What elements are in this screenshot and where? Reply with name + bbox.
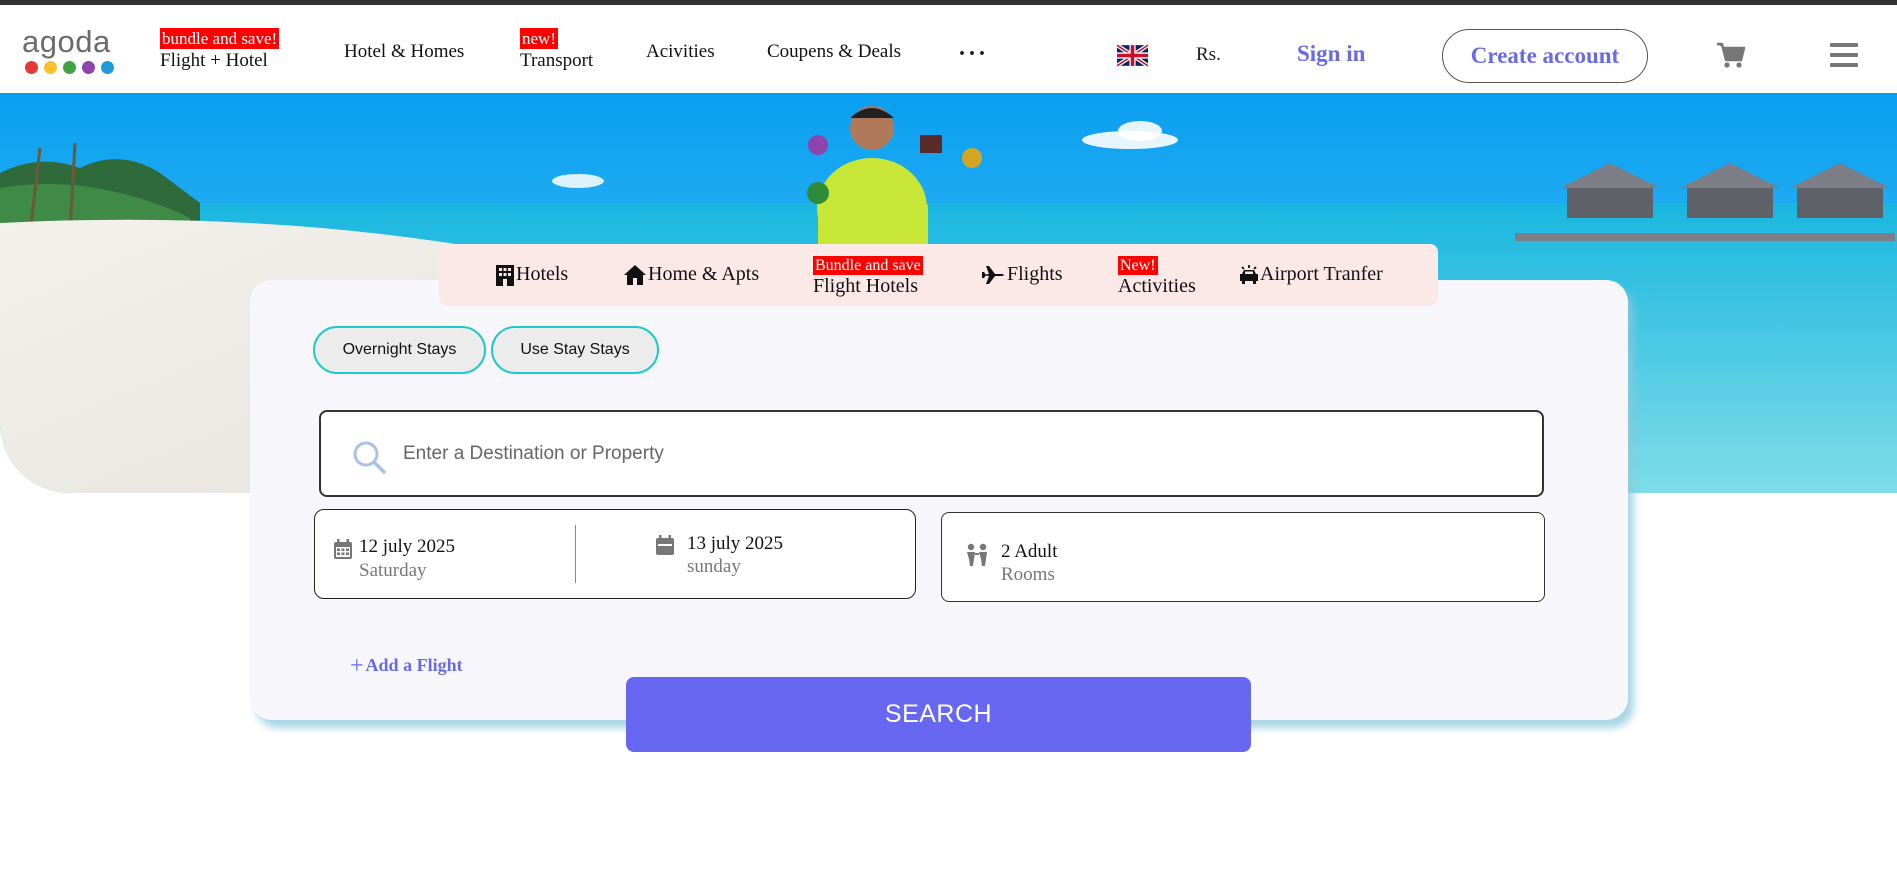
logo-dot bbox=[25, 61, 38, 74]
logo-dot bbox=[44, 61, 57, 74]
calendar-icon bbox=[656, 535, 674, 555]
new-badge: new! bbox=[520, 28, 558, 49]
logo-dot bbox=[101, 61, 114, 74]
nav-flight-hotel-label: Flight + Hotel bbox=[160, 50, 268, 71]
tab-hotels[interactable]: Hotels bbox=[495, 263, 568, 286]
people-icon bbox=[967, 543, 987, 566]
taxi-icon bbox=[1240, 264, 1258, 284]
create-account-button[interactable]: Create account bbox=[1442, 29, 1648, 83]
destination-search-input[interactable] bbox=[403, 432, 1503, 476]
use-stay-stays-pill[interactable]: Use Stay Stays bbox=[491, 326, 659, 374]
logo-dot bbox=[63, 61, 76, 74]
tab-airport-transfer-label: Airport Tranfer bbox=[1260, 263, 1383, 285]
tab-flights-label: Flights bbox=[1007, 263, 1063, 285]
ellipsis-icon[interactable]: ··· bbox=[958, 41, 988, 68]
uk-flag-icon[interactable] bbox=[1117, 44, 1148, 67]
logo-dot bbox=[82, 61, 95, 74]
add-flight-label: Add a Flight bbox=[365, 655, 463, 675]
overnight-stays-pill[interactable]: Overnight Stays bbox=[313, 326, 486, 374]
add-flight-link[interactable]: + Add a Flight bbox=[350, 653, 463, 680]
airplane-icon bbox=[981, 265, 1004, 284]
destination-search-box bbox=[319, 410, 1544, 497]
sign-in-link[interactable]: Sign in bbox=[1297, 41, 1365, 67]
guests-rooms-selector[interactable]: 2 Adult Rooms bbox=[941, 512, 1545, 602]
nav-transport[interactable]: new! Transport bbox=[520, 28, 593, 72]
tab-activities[interactable]: New! Activities bbox=[1118, 253, 1196, 297]
date-range-picker[interactable]: 12 july 2025 Saturday 13 july 2025 sunda… bbox=[314, 509, 916, 599]
check-out-date: 13 july 2025 bbox=[687, 533, 784, 554]
search-icon bbox=[353, 441, 386, 474]
nav-activities[interactable]: Acivities bbox=[646, 41, 715, 63]
check-in-date: 12 july 2025 bbox=[359, 536, 456, 557]
bundle-badge: Bundle and save bbox=[813, 256, 923, 275]
building-icon bbox=[496, 264, 514, 286]
tab-home-apts[interactable]: Home & Apts bbox=[623, 263, 759, 286]
tab-activities-label: Activities bbox=[1118, 275, 1196, 297]
tab-airport-transfer[interactable]: Airport Tranfer bbox=[1239, 263, 1383, 286]
site-header: agoda bundle and save! Flight + Hotel Ho… bbox=[0, 5, 1897, 93]
house-icon bbox=[624, 264, 646, 285]
nav-transport-label: Transport bbox=[520, 50, 594, 71]
check-in-day: Saturday bbox=[359, 560, 427, 581]
nav-flight-hotel[interactable]: bundle and save! Flight + Hotel bbox=[160, 28, 280, 72]
tab-hotels-label: Hotels bbox=[516, 263, 569, 285]
new-badge: New! bbox=[1118, 256, 1158, 275]
calendar-icon bbox=[334, 539, 352, 559]
currency-selector[interactable]: Rs. bbox=[1196, 44, 1221, 66]
plus-icon: + bbox=[350, 653, 364, 679]
check-out-day: sunday bbox=[687, 556, 741, 577]
hamburger-menu-icon[interactable] bbox=[1830, 42, 1858, 68]
tab-flight-hotels-label: Flight Hotels bbox=[813, 275, 919, 297]
logo-text: agoda bbox=[22, 24, 111, 59]
nav-coupons-deals[interactable]: Coupens & Deals bbox=[767, 41, 901, 63]
cart-icon[interactable] bbox=[1716, 41, 1746, 69]
date-divider bbox=[575, 525, 576, 583]
nav-hotel-homes[interactable]: Hotel & Homes bbox=[344, 41, 464, 63]
tab-flights[interactable]: Flights bbox=[980, 263, 1063, 286]
tab-flight-hotels[interactable]: Bundle and save Flight Hotels bbox=[813, 253, 923, 297]
guests-count: 2 Adult bbox=[1001, 541, 1058, 562]
agoda-logo[interactable]: agoda bbox=[22, 24, 118, 79]
bundle-badge: bundle and save! bbox=[160, 28, 280, 49]
rooms-label: Rooms bbox=[1001, 564, 1055, 585]
search-button[interactable]: SEARCH bbox=[626, 677, 1251, 752]
tab-home-apts-label: Home & Apts bbox=[648, 263, 760, 285]
logo-dots bbox=[25, 61, 118, 74]
product-tabs: Hotels Home & Apts Bundle and save Fligh… bbox=[439, 244, 1438, 306]
